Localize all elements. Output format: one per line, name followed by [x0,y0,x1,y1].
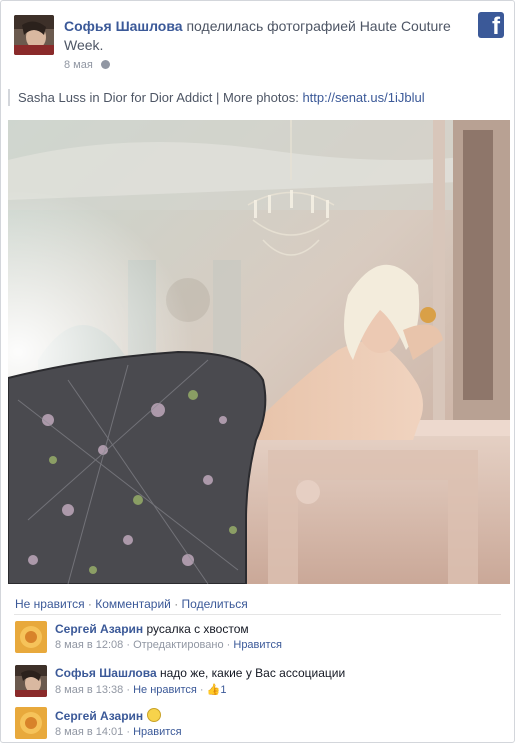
separator: · [196,684,207,696]
smile-icon [146,708,161,722]
comment-author-link[interactable]: Сергей Азарин [55,622,143,636]
unlike-button[interactable]: Не нравится [15,597,85,611]
commenter-avatar[interactable] [15,621,47,653]
post-meta: 8 мая [64,59,110,71]
comment-author-link[interactable]: Сергей Азарин [55,709,143,723]
comment-text: надо же, какие у Вас ассоциации [159,666,346,680]
share-button[interactable]: Поделиться [182,597,248,611]
comment-edited[interactable]: Отредактировано [133,639,224,651]
commenter-avatar[interactable] [15,707,47,739]
commenter-avatar[interactable] [15,665,47,697]
author-name-link[interactable]: Софья Шашлова [64,18,183,34]
caption-link[interactable]: http://senat.us/1iJblul [302,90,424,105]
separator: · [170,597,182,611]
facebook-icon[interactable]: f [478,12,504,38]
comment-like-button[interactable]: Нравится [233,639,282,651]
post-date[interactable]: 8 мая [64,59,93,71]
post-header: Софья Шашлова поделилась фотографией Hau… [64,17,464,55]
separator: · [123,639,134,651]
separator: · [123,726,134,738]
post-actions: Не нравится · Комментарий · Поделиться [15,597,248,611]
separator: · [123,684,134,696]
post-photo[interactable] [8,120,510,584]
separator: · [84,597,96,611]
comment-time[interactable]: 8 мая в 12:08 [55,639,123,651]
post-card: f Софья Шашлова поделилась фотографией H… [0,0,515,743]
comment-time[interactable]: 8 мая в 13:38 [55,684,123,696]
separator: · [223,639,234,651]
comment-text: русалка с хвостом [146,622,249,636]
globe-icon[interactable] [100,60,110,69]
comment-like-count[interactable]: 1 [220,684,226,696]
divider [14,614,501,615]
caption-text: Sasha Luss in Dior for Dior Addict | Mor… [18,90,303,105]
comment-unlike-button[interactable]: Не нравится [133,684,197,696]
comment-time[interactable]: 8 мая в 14:01 [55,726,123,738]
comment-button[interactable]: Комментарий [95,597,171,611]
thumbs-up-icon[interactable]: 👍 [207,684,221,696]
author-avatar[interactable] [14,15,54,55]
comment-author-link[interactable]: Софья Шашлова [55,666,157,680]
post-caption: Sasha Luss in Dior for Dior Addict | Mor… [8,89,507,106]
comment-like-button[interactable]: Нравится [133,726,182,738]
